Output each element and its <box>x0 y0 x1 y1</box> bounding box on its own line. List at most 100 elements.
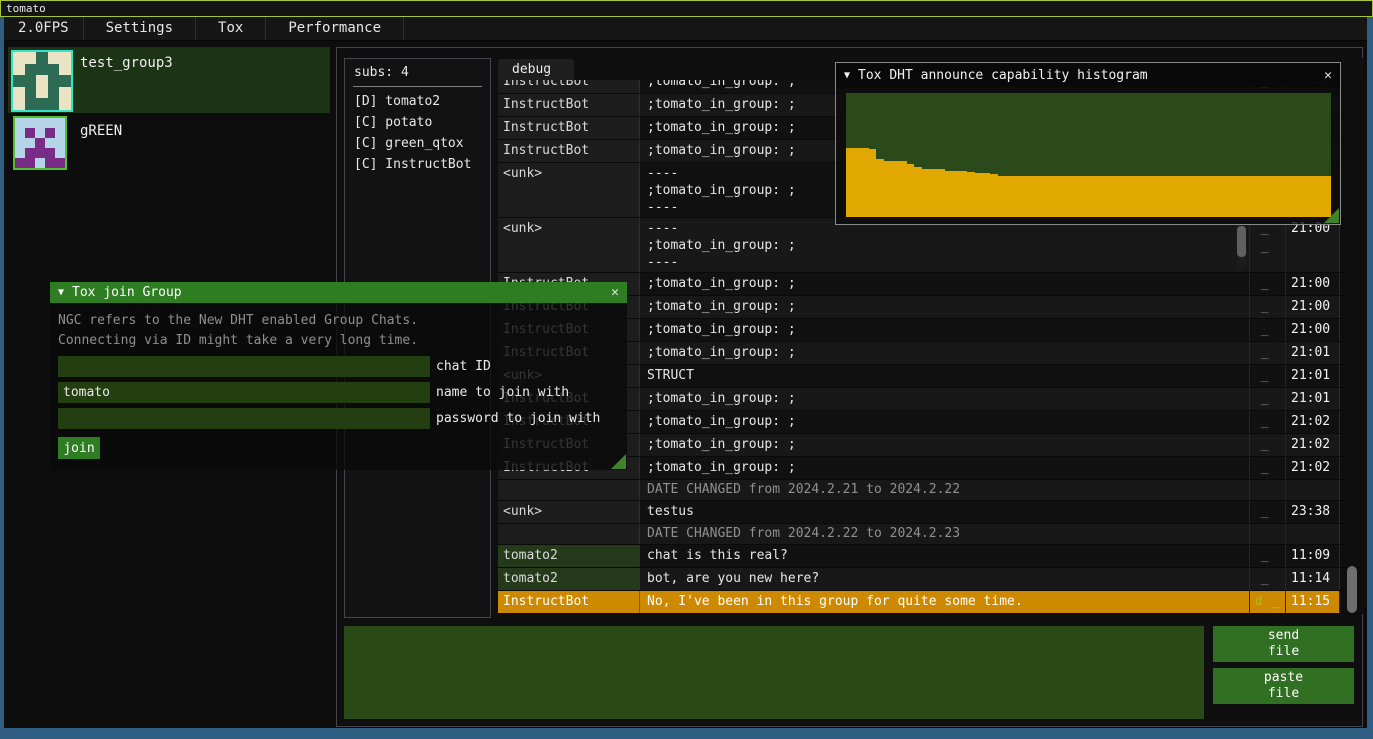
histogram-bar <box>1028 176 1036 217</box>
histogram-bar <box>952 171 960 217</box>
members-count: subs: 4 <box>345 59 490 80</box>
app-window: tomato 2.0FPSSettingsToxPerformance test… <box>0 0 1373 739</box>
menu-item-performance[interactable]: Performance <box>266 17 404 40</box>
chat-message-row[interactable]: <unk> ---- ;tomato_in_group: ; ---- _ _ … <box>498 218 1364 273</box>
chat-message-row[interactable]: InstructBot ;tomato_in_group: ; _ _ 21:0… <box>498 411 1364 434</box>
chat-message-row[interactable]: InstructBot ;tomato_in_group: ; _ _ 21:0… <box>498 273 1364 296</box>
chat-message-row[interactable]: InstructBot ;tomato_in_group: ; _ _ 21:0… <box>498 319 1364 342</box>
send-file-button[interactable]: send file <box>1213 626 1354 662</box>
password-to-join-with-input[interactable] <box>58 408 430 429</box>
scrollbar-gutter <box>1340 388 1364 410</box>
scrollbar-gutter <box>1340 163 1364 217</box>
histogram-bar <box>1217 176 1225 217</box>
chat-message-row[interactable]: <unk> testus _ _ 23:38 <box>498 501 1364 524</box>
name-to-join-with-input[interactable] <box>58 382 430 403</box>
histogram-bar <box>861 148 869 217</box>
dht-histogram-window: ▼ Tox DHT announce capability histogram … <box>835 62 1341 225</box>
scrollbar-gutter <box>1340 140 1364 162</box>
close-icon[interactable]: ✕ <box>611 285 619 300</box>
message-author: InstructBot <box>498 140 640 162</box>
close-icon[interactable]: ✕ <box>1324 68 1332 83</box>
chat-message-row[interactable]: tomato2 bot, are you new here? _ _ 11:14 <box>498 568 1364 591</box>
histogram-bar <box>884 161 892 217</box>
ngc-info-line-1: NGC refers to the New DHT enabled Group … <box>58 311 627 331</box>
message-flags: _ _ <box>1250 218 1286 272</box>
message-flags: _ _ <box>1250 365 1286 387</box>
member-list-item[interactable]: [C] InstructBot <box>345 154 490 175</box>
ngc-info-line-2: Connecting via ID might take a very long… <box>58 331 627 351</box>
message-time: 21:02 <box>1286 457 1340 479</box>
message-flags: _ _ <box>1250 342 1286 364</box>
window-frame-left <box>0 17 4 728</box>
chat-message-row[interactable]: tomato2 chat is this real? _ _ 11:09 <box>498 545 1364 568</box>
chat-message-row[interactable]: InstructBot No, I've been in this group … <box>498 591 1364 614</box>
chat-message-row[interactable]: InstructBot ;tomato_in_group: ; _ _ 21:0… <box>498 434 1364 457</box>
chat-message-row[interactable]: <unk> STRUCT _ _ 21:01 <box>498 365 1364 388</box>
message-text: ;tomato_in_group: ; <box>640 342 1250 364</box>
collapse-arrow-icon[interactable]: ▼ <box>844 70 850 81</box>
histogram-bar <box>1232 176 1240 217</box>
chat-message-row[interactable]: DATE CHANGED from 2024.2.22 to 2024.2.23 <box>498 524 1364 545</box>
chat-scrollbar-thumb[interactable] <box>1347 566 1357 613</box>
message-time: 11:15 <box>1286 591 1340 613</box>
join-button[interactable]: join <box>58 437 100 459</box>
histogram-bar <box>891 161 899 217</box>
message-time: 21:00 <box>1286 218 1340 272</box>
message-time: 21:02 <box>1286 434 1340 456</box>
resize-grip-icon[interactable] <box>1324 208 1339 223</box>
chat-id-input[interactable] <box>58 356 430 377</box>
menu-bar: 2.0FPSSettingsToxPerformance <box>4 17 1367 41</box>
histogram-bar <box>960 171 968 217</box>
scrollbar-thumb[interactable] <box>1237 226 1246 257</box>
chat-message-row[interactable]: InstructBot ;tomato_in_group: ; _ _ 21:0… <box>498 296 1364 319</box>
scrollbar-gutter <box>1340 365 1364 387</box>
tab-debug[interactable]: debug <box>498 59 574 81</box>
chat-message-row[interactable]: InstructBot ;tomato_in_group: ; _ _ 21:0… <box>498 342 1364 365</box>
group-list-item-gREEN[interactable]: gREEN <box>8 115 330 172</box>
message-text: chat is this real? <box>640 545 1250 567</box>
menu-item-tox[interactable]: Tox <box>196 17 266 40</box>
message-flags <box>1250 480 1286 500</box>
resize-grip-icon[interactable] <box>611 454 626 469</box>
member-list-item[interactable]: [C] green_qtox <box>345 133 490 154</box>
scrollbar-gutter <box>1340 296 1364 318</box>
group-avatar <box>11 50 73 112</box>
join-group-titlebar[interactable]: ▼ Tox join Group ✕ <box>50 282 627 303</box>
histogram-bar <box>1187 176 1195 217</box>
message-author: InstructBot <box>498 117 640 139</box>
message-input[interactable] <box>344 626 1204 719</box>
group-list-item-test_group3[interactable]: test_group3 <box>8 47 330 113</box>
histogram-bar <box>1035 176 1043 217</box>
message-author <box>498 480 640 500</box>
chat-message-row[interactable]: InstructBot ;tomato_in_group: ; _ _ 21:0… <box>498 388 1364 411</box>
message-text: ;tomato_in_group: ; <box>640 273 1250 295</box>
histogram-bar <box>1316 176 1324 217</box>
collapse-arrow-icon[interactable]: ▼ <box>58 287 64 298</box>
histogram-bar <box>869 149 877 217</box>
paste-file-button[interactable]: paste file <box>1213 668 1354 704</box>
message-flags: _ _ <box>1250 411 1286 433</box>
group-avatar <box>13 116 67 170</box>
menu-item-settings[interactable]: Settings <box>84 17 196 40</box>
scrollbar-gutter <box>1340 457 1364 479</box>
histogram-bar <box>990 174 998 217</box>
message-text: ;tomato_in_group: ; <box>640 411 1250 433</box>
histogram-bar <box>1020 176 1028 217</box>
member-list-item[interactable]: [D] tomato2 <box>345 91 490 112</box>
dht-histogram-titlebar[interactable]: ▼ Tox DHT announce capability histogram … <box>836 63 1340 87</box>
message-time: 21:01 <box>1286 365 1340 387</box>
group-name: test_group3 <box>80 55 173 71</box>
histogram-bar <box>1066 176 1074 217</box>
chat-message-row[interactable]: InstructBot ;tomato_in_group: ; _ _ 21:0… <box>498 457 1364 480</box>
dialog-field-row: name to join with <box>58 382 627 403</box>
histogram-bar <box>914 167 922 217</box>
message-cell-scrollbar[interactable] <box>1237 223 1246 269</box>
scrollbar-gutter <box>1340 80 1364 93</box>
chat-message-row[interactable]: DATE CHANGED from 2024.2.21 to 2024.2.22 <box>498 480 1364 501</box>
histogram-bar <box>1096 176 1104 217</box>
message-time: 21:01 <box>1286 388 1340 410</box>
histogram-bar <box>1119 176 1127 217</box>
histogram-bar <box>1210 176 1218 217</box>
member-list-item[interactable]: [C] potato <box>345 112 490 133</box>
window-titlebar[interactable]: tomato <box>0 0 1373 17</box>
